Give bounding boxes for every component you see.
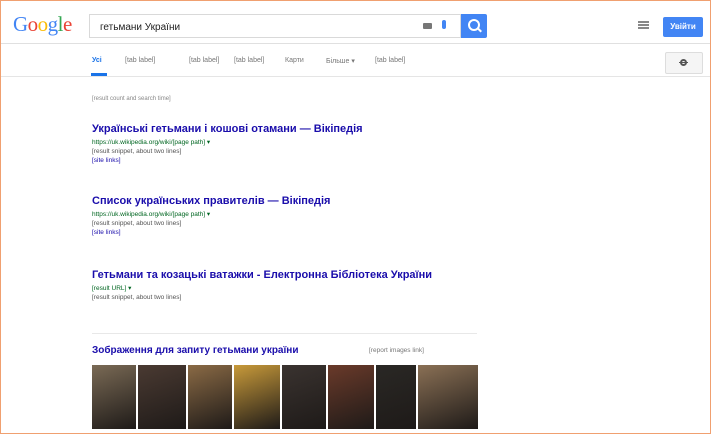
result-url: [result URL] ▾: [92, 285, 132, 292]
tab-tools[interactable]: [tab label]: [375, 57, 405, 64]
image-thumbnail[interactable]: [418, 365, 478, 429]
result-stats: [result count and search time]: [92, 96, 171, 102]
divider: [92, 333, 477, 334]
tab-videos[interactable]: [tab label]: [189, 57, 219, 64]
tab-maps[interactable]: Карти: [285, 57, 304, 64]
image-thumbnail[interactable]: [282, 365, 326, 429]
tab-images[interactable]: [tab label]: [125, 57, 155, 64]
search-result: Українські гетьмани і кошові отамани — В…: [92, 123, 492, 164]
gear-icon: [679, 59, 688, 66]
search-button[interactable]: [461, 14, 487, 38]
search-result: Гетьмани та козацькі ватажки - Електронн…: [92, 269, 492, 302]
google-logo[interactable]: Google: [13, 12, 72, 37]
settings-button[interactable]: [665, 52, 703, 74]
image-thumbnail[interactable]: [376, 365, 416, 429]
tab-news[interactable]: [tab label]: [234, 57, 264, 64]
apps-menu-icon[interactable]: [638, 21, 649, 29]
result-url: https://uk.wikipedia.org/wiki/[page path…: [92, 139, 211, 146]
result-title[interactable]: Українські гетьмани і кошові отамани — В…: [92, 123, 492, 135]
image-thumbnail[interactable]: [138, 365, 186, 429]
signin-button[interactable]: Увійти: [663, 17, 703, 37]
images-strip: [92, 365, 478, 429]
image-thumbnail[interactable]: [328, 365, 374, 429]
result-title[interactable]: Список українських правителів — Вікіпеді…: [92, 195, 492, 207]
result-snippet: [result snippet, about two lines]: [92, 148, 182, 155]
result-snippet: [result snippet, about two lines]: [92, 220, 182, 227]
active-tab-indicator: [91, 73, 107, 76]
search-result: Список українських правителів — Вікіпеді…: [92, 195, 492, 236]
tab-more[interactable]: Більше ▾: [326, 57, 355, 65]
browser-window: Google Увійти Усі [tab label] [tab label…: [0, 0, 711, 434]
tab-all[interactable]: Усі: [92, 57, 102, 64]
result-url: https://uk.wikipedia.org/wiki/[page path…: [92, 211, 211, 218]
result-sitelinks[interactable]: [site links]: [92, 157, 492, 164]
image-thumbnail[interactable]: [188, 365, 232, 429]
search-input[interactable]: [98, 15, 422, 39]
image-thumbnail[interactable]: [92, 365, 136, 429]
header: Google Увійти: [1, 1, 710, 44]
result-snippet: [result snippet, about two lines]: [92, 294, 182, 301]
search-tabs: Усі [tab label] [tab label] [tab label] …: [1, 44, 710, 77]
result-title[interactable]: Гетьмани та козацькі ватажки - Електронн…: [92, 269, 492, 281]
keyboard-icon[interactable]: [423, 23, 432, 29]
result-sitelinks[interactable]: [site links]: [92, 229, 492, 236]
image-thumbnail[interactable]: [234, 365, 280, 429]
search-box: [89, 14, 461, 39]
microphone-icon[interactable]: [442, 20, 446, 29]
report-images-link[interactable]: [report images link]: [369, 347, 424, 354]
images-section-title[interactable]: Зображення для запиту гетьмани україни: [92, 345, 299, 356]
